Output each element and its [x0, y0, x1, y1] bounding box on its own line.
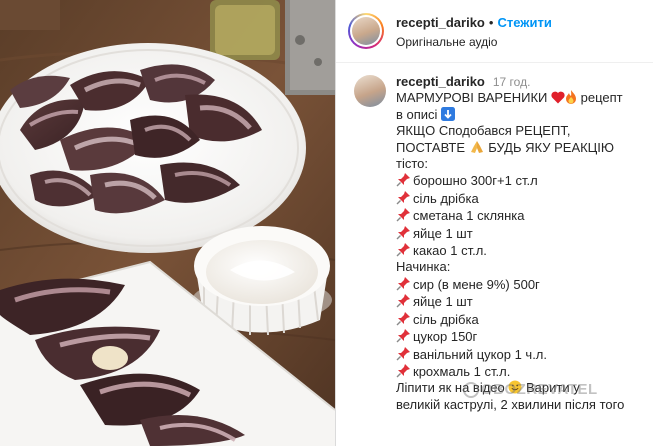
follow-button[interactable]: Стежити — [497, 15, 551, 30]
caption-closing-a: Ліпити як на відео — [396, 380, 505, 396]
instagram-post: recepti_dariko • Стежити Оригінальне аудіо… — [0, 0, 653, 446]
header-text: recepti_dariko • Стежити Оригінальне аудіо — [396, 14, 646, 50]
dough-item: какао 1 ст.л. — [396, 242, 648, 259]
caption-title-line: МАРМУРОВІ ВАРЕНИКИ рецепт — [396, 90, 648, 106]
folded-hands-icon — [470, 140, 483, 153]
filling-item: сир (в мене 9%) 500г — [396, 276, 648, 293]
filling-item-text: крохмаль 1 ст.л. — [413, 363, 511, 379]
caption-line-4b: БУДЬ ЯКУ РЕАКЦІЮ — [488, 139, 615, 155]
caption-meta: recepti_dariko 17 год. — [396, 74, 648, 90]
caption-closing-line: Ліпити як на відео Варити у — [396, 380, 648, 396]
pushpin-icon — [396, 173, 410, 187]
pushpin-icon — [396, 276, 410, 291]
dough-item: яйце 1 шт — [396, 225, 648, 242]
pushpin-icon — [396, 311, 410, 326]
filling-item-text: сіль дрібка — [413, 311, 479, 327]
dough-item-text: сіль дрібка — [413, 190, 479, 206]
dough-heading: тісто: — [396, 156, 428, 172]
caption-username[interactable]: recepti_dariko — [396, 74, 485, 89]
filling-heading: Начинка: — [396, 259, 451, 275]
filling-item: яйце 1 шт — [396, 293, 648, 310]
caption-closing-line-2: великій каструлі, 2 хвилини після того — [396, 396, 625, 412]
pushpin-icon — [396, 243, 410, 257]
post-side-panel: recepti_dariko • Стежити Оригінальне аудіо… — [335, 0, 653, 446]
caption-body: recepti_dariko 17 год. МАРМУРОВІ ВАРЕНИКИ… — [396, 74, 648, 413]
caption-line-3: ЯКЩО Сподобався РЕЦЕПТ, — [396, 123, 571, 139]
header-row: recepti_dariko • Стежити — [396, 14, 646, 31]
filling-item: крохмаль 1 ст.л. — [396, 363, 648, 380]
filling-item: сіль дрібка — [396, 311, 648, 328]
caption-title: МАРМУРОВІ ВАРЕНИКИ — [396, 90, 548, 106]
dough-item: сіль дрібка — [396, 190, 648, 207]
pushpin-icon — [396, 363, 410, 378]
dough-item-text: какао 1 ст.л. — [413, 243, 487, 259]
dough-item: борошно 300г+1 ст.л — [396, 172, 648, 189]
caption-comment: recepti_dariko 17 год. МАРМУРОВІ ВАРЕНИКИ… — [336, 62, 653, 446]
separator-dot: • — [488, 15, 494, 30]
caption-line-4a: ПОСТАВТЕ — [396, 139, 466, 155]
pushpin-icon — [396, 190, 410, 205]
comment-avatar[interactable] — [354, 75, 386, 107]
fire-icon — [566, 90, 577, 105]
pushpin-icon — [396, 208, 410, 222]
smiling-face-icon — [508, 380, 522, 394]
filling-item: ванільний цукор 1 ч.л. — [396, 346, 648, 363]
pushpin-icon — [396, 346, 410, 360]
pushpin-icon — [396, 294, 410, 308]
pushpin-icon — [396, 225, 410, 240]
story-ring[interactable] — [348, 13, 384, 49]
caption-title-suffix: рецепт — [580, 90, 623, 106]
dough-item-text: борошно 300г+1 ст.л — [413, 173, 538, 189]
post-header: recepti_dariko • Стежити Оригінальне аудіо — [336, 0, 653, 63]
avatar-frame — [350, 15, 382, 47]
avatar[interactable] — [352, 17, 380, 45]
filling-item-text: сир (в мене 9%) 500г — [413, 276, 540, 292]
dough-item-text: яйце 1 шт — [413, 225, 473, 241]
caption-line-4: ПОСТАВТЕ БУДЬ ЯКУ РЕАКЦІЮ — [396, 140, 648, 156]
header-username[interactable]: recepti_dariko — [396, 15, 485, 30]
caption-line-2: в описі — [396, 106, 648, 123]
red-heart-icon — [551, 92, 565, 104]
filling-item-text: яйце 1 шт — [413, 294, 473, 310]
caption-closing-b: Варити у — [526, 380, 580, 396]
caption-line-2-text: в описі — [396, 106, 438, 122]
dough-item: сметана 1 склянка — [396, 207, 648, 224]
filling-item: цукор 150г — [396, 328, 648, 345]
filling-item-text: ванільний цукор 1 ч.л. — [413, 346, 548, 362]
dumplings-photo — [0, 0, 335, 446]
pushpin-icon — [396, 329, 410, 343]
caption-time[interactable]: 17 год. — [493, 75, 531, 89]
original-audio-link[interactable]: Оригінальне аудіо — [396, 34, 646, 50]
dough-item-text: сметана 1 склянка — [413, 208, 525, 224]
post-media[interactable] — [0, 0, 335, 446]
filling-item-text: цукор 150г — [413, 329, 478, 345]
info-icon — [441, 106, 456, 121]
